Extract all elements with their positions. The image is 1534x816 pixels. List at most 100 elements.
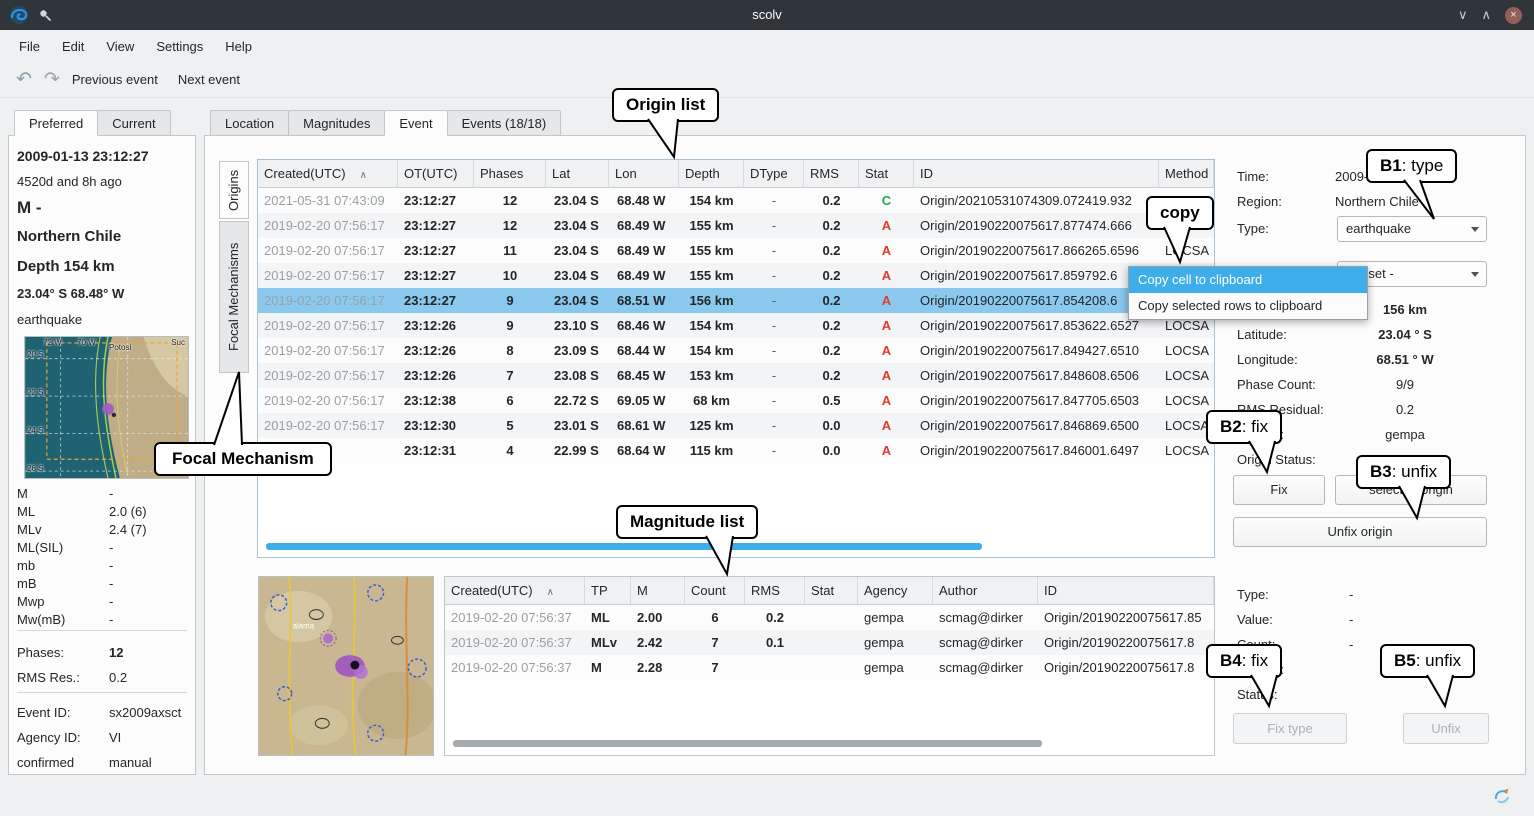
main-tab[interactable]: Event xyxy=(384,110,447,136)
origin-table-row[interactable]: 2019-02-20 07:56:17 23:12:27 12 23.04 S … xyxy=(258,213,1214,238)
cell-depth: 153 km xyxy=(679,363,744,388)
horizontal-scrollbar[interactable] xyxy=(453,740,1042,747)
cell-lon: 68.44 W xyxy=(609,338,679,363)
cell-ot: 23:12:31 xyxy=(398,438,474,463)
maximize-icon[interactable]: ∧ xyxy=(1481,7,1491,23)
cell-id: Origin/20190220075617.854208.6 xyxy=(914,288,1159,313)
rms-residual-value: 0.2 xyxy=(1330,397,1480,422)
column-header-tp[interactable]: TP xyxy=(585,577,631,604)
cell-created: 2019-02-20 07:56:17 xyxy=(258,313,398,338)
event-id-value: sx2009axsct xyxy=(109,700,181,725)
origin-table-row[interactable]: 2019-02-20 07:56:17 23:12:26 7 23.08 S 6… xyxy=(258,363,1214,388)
mag-type-value: - xyxy=(1349,582,1499,607)
side-tab[interactable]: Focal Mechanisms xyxy=(219,221,249,373)
cell-phases: 11 xyxy=(474,238,546,263)
origin-table-row[interactable]: 2019-02-20 07:56:17 23:12:27 9 23.04 S 6… xyxy=(258,288,1214,313)
column-header-stat[interactable]: Stat xyxy=(859,160,914,187)
menu-item[interactable]: Edit xyxy=(51,34,95,59)
column-header-method[interactable]: Method xyxy=(1159,160,1214,187)
magnitude-value: - xyxy=(109,611,113,629)
fix-type-button[interactable]: Fix type xyxy=(1233,713,1347,744)
cell-lat: 23.04 S xyxy=(546,188,609,213)
origin-table-row[interactable]: 23:12:31 4 22.99 S 68.64 W 115 km - 0.0 … xyxy=(258,438,1214,463)
column-header-m[interactable]: M xyxy=(631,577,685,604)
magnitude-table-row[interactable]: 2019-02-20 07:56:37 MLv 2.42 7 0.1 gempa… xyxy=(445,630,1214,655)
magnitude-table-row[interactable]: 2019-02-20 07:56:37 ML 2.00 6 0.2 gempa … xyxy=(445,605,1214,630)
origin-table-row[interactable]: 2019-02-20 07:56:17 23:12:30 5 23.01 S 6… xyxy=(258,413,1214,438)
main-tab[interactable]: Events (18/18) xyxy=(447,110,562,136)
column-header-agency[interactable]: Agency xyxy=(858,577,933,604)
origin-table-row[interactable]: 2019-02-20 07:56:17 23:12:27 11 23.04 S … xyxy=(258,238,1214,263)
fix-button[interactable]: Fix xyxy=(1233,475,1325,505)
magnitude-row: mb - xyxy=(17,557,187,575)
cell-count: 6 xyxy=(685,605,745,630)
column-header-dtype[interactable]: DType xyxy=(744,160,804,187)
next-event-icon[interactable]: ↷ xyxy=(44,68,60,91)
column-header-rms[interactable]: RMS xyxy=(804,160,859,187)
cell-created: 2019-02-20 07:56:37 xyxy=(445,605,585,630)
column-header-lon[interactable]: Lon xyxy=(609,160,679,187)
cell-tp: ML xyxy=(585,605,631,630)
context-menu-item[interactable]: Copy cell to clipboard xyxy=(1129,267,1367,293)
minimize-icon[interactable]: ∨ xyxy=(1458,7,1468,23)
column-header-ot[interactable]: OT(UTC) xyxy=(398,160,474,187)
origin-table-row[interactable]: 2021-05-31 07:43:09 23:12:27 12 23.04 S … xyxy=(258,188,1214,213)
time-label: Time: xyxy=(1237,164,1269,189)
cell-rms: 0.0 xyxy=(804,438,859,463)
menu-item[interactable]: File xyxy=(8,34,51,59)
region-label: Region: xyxy=(1237,189,1282,214)
cell-stat: A xyxy=(859,313,914,338)
cell-lat: 23.08 S xyxy=(546,363,609,388)
column-header-stat[interactable]: Stat xyxy=(805,577,858,604)
event-type-select[interactable]: earthquake xyxy=(1337,216,1487,242)
cell-id: Origin/20190220075617.8 xyxy=(1038,630,1214,655)
menu-item[interactable]: View xyxy=(95,34,145,59)
next-event-button[interactable]: Next event xyxy=(178,72,240,87)
origin-table-row[interactable]: 2019-02-20 07:56:17 23:12:27 10 23.04 S … xyxy=(258,263,1214,288)
cell-id: Origin/20190220075617.846001.6497 xyxy=(914,438,1159,463)
magnitude-table-row[interactable]: 2019-02-20 07:56:37 M 2.28 7 gempa scmag… xyxy=(445,655,1214,680)
cell-rms: 0.2 xyxy=(804,238,859,263)
cell-ot: 23:12:26 xyxy=(398,338,474,363)
column-header-id[interactable]: ID xyxy=(1038,577,1214,604)
origin-list-panel: Created(UTC)∧ OT(UTC) Phases Lat Lon Dep… xyxy=(257,159,1215,558)
unfix-origin-button[interactable]: Unfix origin xyxy=(1233,517,1487,547)
column-header-created[interactable]: Created(UTC)∧ xyxy=(258,160,398,187)
column-header-created[interactable]: Created(UTC)∧ xyxy=(445,577,585,604)
side-tab[interactable]: Origins xyxy=(219,161,249,219)
status-icon xyxy=(1492,786,1512,806)
magnitude-map[interactable]: alama xyxy=(258,576,434,756)
column-header-count[interactable]: Count xyxy=(685,577,745,604)
column-header-phases[interactable]: Phases xyxy=(474,160,546,187)
summary-tab[interactable]: Current xyxy=(97,110,170,136)
cell-lat: 23.09 S xyxy=(546,338,609,363)
column-header-lat[interactable]: Lat xyxy=(546,160,609,187)
main-tab[interactable]: Magnitudes xyxy=(288,110,385,136)
evaluation-status: confirmed xyxy=(17,755,74,770)
summary-tab[interactable]: Preferred xyxy=(14,110,98,136)
previous-event-icon[interactable]: ↶ xyxy=(16,68,32,91)
menu-item[interactable]: Settings xyxy=(145,34,214,59)
previous-event-button[interactable]: Previous event xyxy=(72,72,158,87)
cell-depth: 154 km xyxy=(679,188,744,213)
menu-item[interactable]: Help xyxy=(214,34,263,59)
main-tab[interactable]: Location xyxy=(210,110,289,136)
magnitude-value: - xyxy=(109,575,113,593)
horizontal-scrollbar[interactable] xyxy=(266,543,982,550)
unfix-button[interactable]: Unfix xyxy=(1403,713,1489,744)
origin-table-row[interactable]: 2019-02-20 07:56:17 23:12:38 6 22.72 S 6… xyxy=(258,388,1214,413)
window-title: scolv xyxy=(0,0,1534,30)
cell-lon: 69.05 W xyxy=(609,388,679,413)
origin-table-row[interactable]: 2019-02-20 07:56:17 23:12:26 9 23.10 S 6… xyxy=(258,313,1214,338)
cell-depth: 156 km xyxy=(679,288,744,313)
column-header-rms[interactable]: RMS xyxy=(745,577,805,604)
column-header-depth[interactable]: Depth xyxy=(679,160,744,187)
cell-tp: M xyxy=(585,655,631,680)
magnitude-type-label: mB xyxy=(17,576,37,591)
origin-table-row[interactable]: 2019-02-20 07:56:17 23:12:26 8 23.09 S 6… xyxy=(258,338,1214,363)
column-header-id[interactable]: ID xyxy=(914,160,1159,187)
context-menu-item[interactable]: Copy selected rows to clipboard xyxy=(1129,293,1367,319)
column-header-author[interactable]: Author xyxy=(933,577,1038,604)
close-icon[interactable]: × xyxy=(1505,7,1522,24)
cell-id: Origin/20190220075617.85 xyxy=(1038,605,1214,630)
